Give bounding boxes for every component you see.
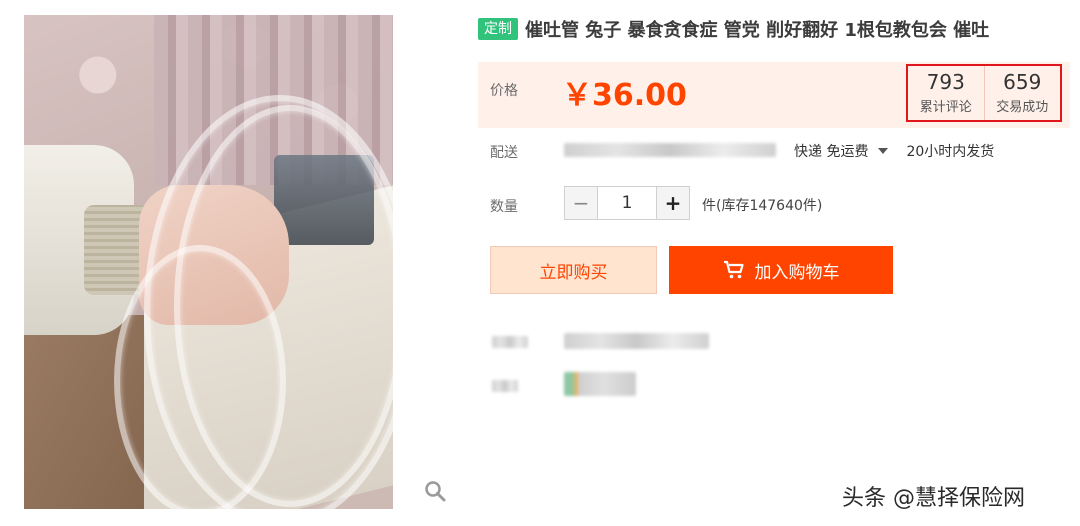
blurred-label bbox=[492, 380, 518, 392]
watermark: 头条 @慧择保险网 bbox=[842, 486, 1025, 511]
dispatch-time: 20小时内发货 bbox=[906, 144, 995, 160]
blurred-swatch bbox=[564, 372, 636, 396]
stats-highlight: 793 累计评论 659 交易成功 bbox=[906, 64, 1062, 122]
shipping-info: 快递 免运费 20小时内发货 bbox=[794, 141, 994, 161]
cart-icon bbox=[723, 260, 744, 279]
blurred-value bbox=[564, 333, 709, 349]
reviews-stat[interactable]: 793 累计评论 bbox=[908, 66, 984, 120]
add-to-cart-button[interactable]: 加入购物车 bbox=[669, 246, 893, 294]
increase-button[interactable]: + bbox=[656, 186, 690, 220]
zoom-icon[interactable] bbox=[424, 480, 446, 502]
reviews-label: 累计评论 bbox=[919, 100, 972, 115]
quantity-stepper: − 1 + bbox=[564, 186, 690, 220]
add-to-cart-label: 加入购物车 bbox=[754, 262, 840, 283]
deals-stat[interactable]: 659 交易成功 bbox=[983, 66, 1061, 120]
reviews-count: 793 bbox=[926, 70, 965, 94]
decrease-button[interactable]: − bbox=[564, 186, 598, 220]
product-image[interactable] bbox=[24, 15, 393, 509]
custom-tag: 定制 bbox=[478, 18, 518, 40]
buy-now-button[interactable]: 立即购买 bbox=[490, 246, 657, 294]
price-panel: 价格 ￥36.00 793 累计评论 659 交易成功 bbox=[478, 62, 1070, 128]
price-label: 价格 bbox=[490, 83, 518, 99]
product-title-row: 定制 催吐管 兔子 暴食贪食症 管党 削好翻好 1根包教包会 催吐 bbox=[478, 16, 989, 42]
deals-label: 交易成功 bbox=[996, 100, 1049, 115]
blurred-address bbox=[564, 143, 776, 157]
stock-text: 件(库存147640件) bbox=[702, 198, 823, 214]
shipping-label: 配送 bbox=[490, 145, 518, 161]
deals-count: 659 bbox=[1003, 70, 1042, 94]
blurred-label bbox=[492, 336, 528, 348]
photo-tube bbox=[114, 245, 286, 509]
product-title: 催吐管 兔子 暴食贪食症 管党 削好翻好 1根包教包会 催吐 bbox=[525, 20, 990, 41]
shipping-method[interactable]: 快递 免运费 bbox=[794, 141, 868, 161]
price-value: ￥36.00 bbox=[562, 78, 687, 113]
caret-down-icon[interactable] bbox=[878, 148, 889, 154]
quantity-label: 数量 bbox=[490, 199, 518, 215]
quantity-input[interactable]: 1 bbox=[598, 186, 656, 220]
